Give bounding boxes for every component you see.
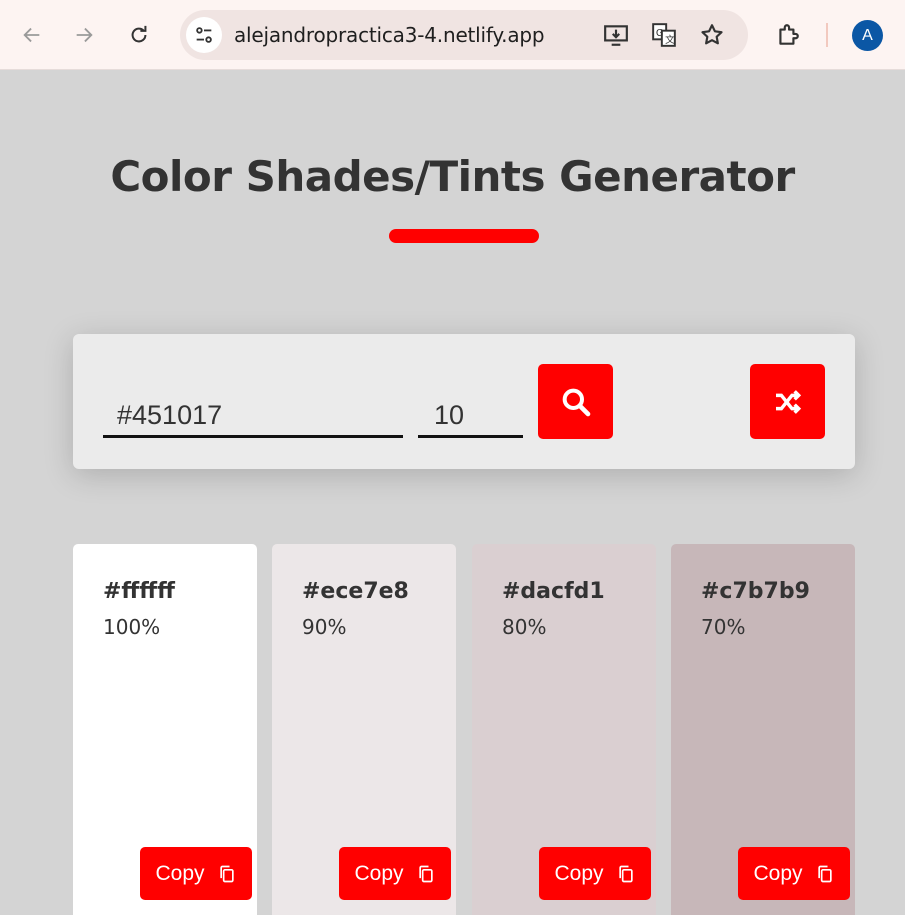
install-app-button[interactable]: [602, 21, 630, 49]
shuffle-icon: [775, 389, 801, 414]
shade-card: #c7b7b9 70% Copy: [671, 544, 855, 915]
forward-button[interactable]: [66, 17, 102, 53]
profile-avatar[interactable]: A: [852, 20, 883, 51]
extensions-icon: [779, 24, 799, 45]
svg-text:G: G: [656, 28, 664, 39]
shade-card: #ece7e8 90% Copy: [272, 544, 456, 915]
shade-hex: #c7b7b9: [701, 579, 810, 604]
copy-icon: [418, 865, 433, 882]
shade-hex: #dacfd1: [502, 579, 605, 604]
shade-hex: #ece7e8: [302, 579, 409, 604]
copy-label: Copy: [554, 861, 604, 885]
percentage-input[interactable]: [418, 396, 523, 438]
shade-hex: #ffffff: [103, 579, 175, 604]
copy-button[interactable]: Copy: [140, 847, 252, 900]
site-settings-icon: [196, 27, 212, 43]
shade-card: #ffffff 100% Copy: [73, 544, 257, 915]
browser-toolbar: alejandropractica3-4.netlify.app G 文 A: [0, 0, 905, 70]
address-bar[interactable]: alejandropractica3-4.netlify.app G 文: [180, 10, 748, 60]
copy-label: Copy: [354, 861, 404, 885]
search-button[interactable]: [538, 364, 613, 439]
reload-icon: [131, 25, 147, 43]
extensions-button[interactable]: [770, 17, 806, 53]
shade-card: #dacfd1 80% Copy: [472, 544, 656, 915]
bookmark-star-icon: [701, 24, 723, 45]
reload-button[interactable]: [121, 17, 157, 53]
copy-button[interactable]: Copy: [339, 847, 451, 900]
copy-icon: [618, 865, 633, 882]
copy-button[interactable]: Copy: [539, 847, 651, 900]
copy-icon: [219, 865, 234, 882]
search-icon: [562, 388, 590, 416]
shade-percent: 100%: [103, 615, 161, 639]
page-title: Color Shades/Tints Generator: [110, 152, 795, 201]
site-info-button[interactable]: [186, 17, 222, 53]
svg-text:文: 文: [665, 33, 675, 46]
color-form: [73, 334, 855, 469]
copy-label: Copy: [155, 861, 205, 885]
copy-label: Copy: [753, 861, 803, 885]
translate-button[interactable]: G 文: [650, 21, 678, 49]
back-button[interactable]: [14, 17, 50, 53]
shade-percent: 90%: [302, 615, 347, 639]
forward-arrow-icon: [76, 27, 93, 43]
url-text[interactable]: alejandropractica3-4.netlify.app: [234, 23, 545, 47]
shade-percent: 70%: [701, 615, 746, 639]
back-arrow-icon: [23, 27, 40, 43]
color-input[interactable]: [103, 396, 403, 438]
install-app-icon: [604, 25, 628, 46]
translate-icon: G 文: [652, 23, 676, 47]
shade-percent: 80%: [502, 615, 547, 639]
toolbar-divider: [826, 23, 828, 47]
random-color-button[interactable]: [750, 364, 825, 439]
title-underline: [389, 229, 539, 243]
copy-button[interactable]: Copy: [738, 847, 850, 900]
copy-icon: [817, 865, 832, 882]
bookmark-button[interactable]: [698, 21, 726, 49]
